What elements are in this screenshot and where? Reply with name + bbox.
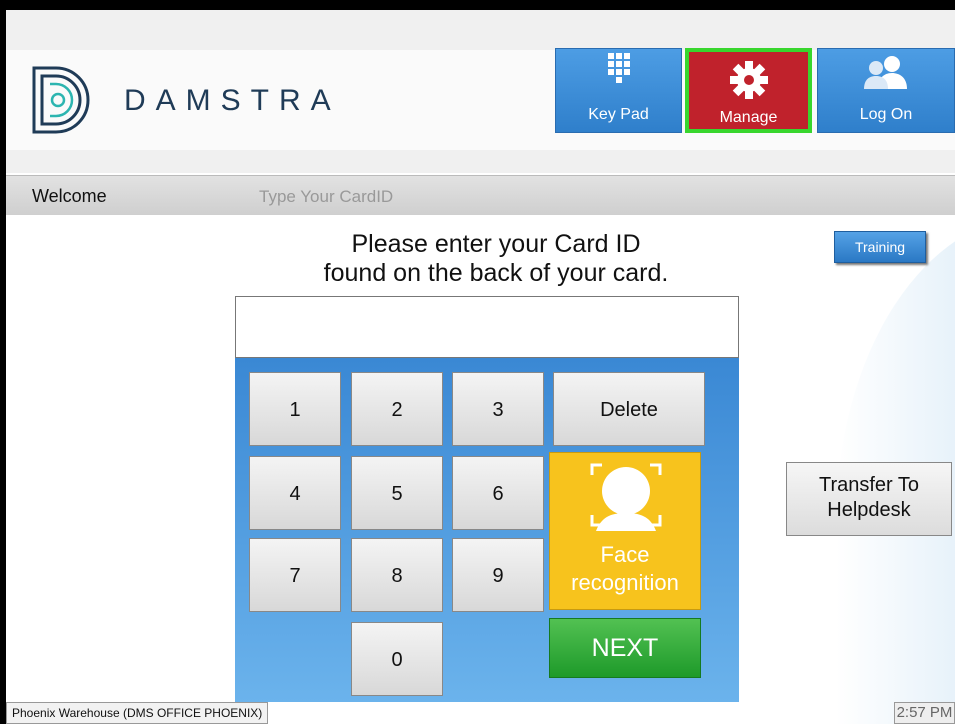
- type-card-id-label: Type Your CardID: [259, 187, 394, 206]
- face-recognition-button[interactable]: Face recognition: [549, 452, 701, 610]
- transfer-label-line-1: Transfer To: [818, 474, 920, 496]
- damstra-logo-icon: [32, 66, 90, 134]
- users-icon: [864, 56, 907, 89]
- delete-button[interactable]: Delete: [553, 372, 705, 446]
- welcome-label: Welcome: [32, 186, 107, 206]
- gear-icon: [729, 61, 768, 99]
- face-recognition-label: Face recognition: [550, 541, 700, 597]
- next-button[interactable]: NEXT: [549, 618, 701, 678]
- log-on-button-label: Log On: [859, 106, 913, 123]
- manage-button[interactable]: Manage: [685, 48, 812, 133]
- prompt-line-1: Please enter your Card ID: [351, 230, 641, 258]
- clock: 2:57 PM: [894, 702, 955, 724]
- face-label-line-1: Face: [600, 542, 650, 567]
- location-status: Phoenix Warehouse (DMS OFFICE PHOENIX): [6, 702, 269, 724]
- card-id-input[interactable]: [235, 296, 739, 358]
- key-8[interactable]: 8: [351, 538, 443, 612]
- numeric-keypad: 1 2 3 Delete 4 5 6 7 8 9 0 Face recognit…: [235, 358, 739, 702]
- key-5[interactable]: 5: [351, 456, 443, 530]
- keypad-grid-icon: [607, 53, 630, 83]
- training-button[interactable]: Training: [834, 231, 926, 263]
- manage-button-label: Manage: [719, 109, 778, 126]
- kiosk-app: DAMSTRA Key Pad Manage Log On Welcome Ty…: [6, 10, 955, 724]
- key-9[interactable]: 9: [452, 538, 544, 612]
- face-label-line-2: recognition: [571, 570, 679, 595]
- keypad-button[interactable]: Key Pad: [555, 48, 682, 133]
- key-0[interactable]: 0: [351, 622, 443, 696]
- card-id-prompt: Please enter your Card ID found on the b…: [266, 230, 726, 288]
- keypad-button-label: Key Pad: [588, 106, 649, 123]
- log-on-button[interactable]: Log On: [817, 48, 955, 133]
- key-3[interactable]: 3: [452, 372, 544, 446]
- key-1[interactable]: 1: [249, 372, 341, 446]
- face-scan-icon: [590, 463, 662, 531]
- welcome-bar: Welcome Type Your CardID: [6, 175, 955, 215]
- key-6[interactable]: 6: [452, 456, 544, 530]
- key-7[interactable]: 7: [249, 538, 341, 612]
- transfer-label-line-2: Helpdesk: [827, 499, 911, 521]
- key-2[interactable]: 2: [351, 372, 443, 446]
- header: DAMSTRA Key Pad Manage Log On: [6, 10, 955, 173]
- key-4[interactable]: 4: [249, 456, 341, 530]
- prompt-line-2: found on the back of your card.: [323, 259, 669, 287]
- brand-name: DAMSTRA: [124, 84, 341, 117]
- transfer-to-helpdesk-button[interactable]: Transfer To Helpdesk: [786, 462, 952, 536]
